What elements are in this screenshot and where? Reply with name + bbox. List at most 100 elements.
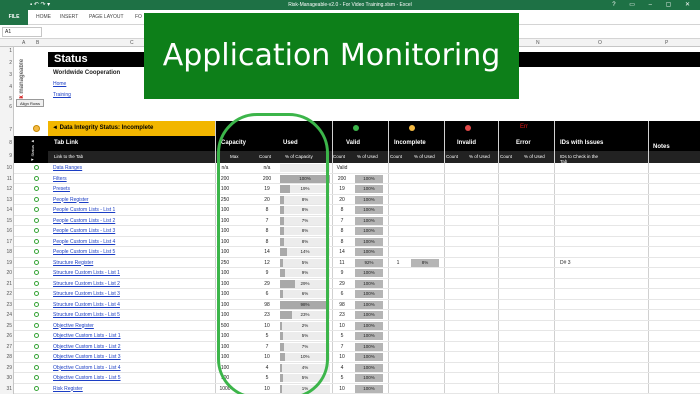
application-monitoring-banner: Application Monitoring: [144, 13, 519, 99]
valid-count: 5: [340, 375, 344, 381]
row-number[interactable]: 26: [0, 333, 12, 339]
row-number[interactable]: 21: [0, 281, 12, 287]
table-row: Presets 100 19 19% 19 100%: [14, 184, 700, 195]
tab-link[interactable]: Structure Register: [53, 260, 93, 266]
column-header[interactable]: N: [536, 40, 540, 46]
row-number[interactable]: 14: [0, 207, 12, 213]
row-number[interactable]: 29: [0, 365, 12, 371]
valid-pct-text: 100%: [363, 364, 375, 370]
row-number[interactable]: 7: [0, 127, 12, 133]
tab-link[interactable]: People Custom Lists - List 1: [53, 207, 115, 213]
tab-link[interactable]: Objective Register: [53, 323, 94, 329]
column-header[interactable]: P: [665, 40, 668, 46]
row-number[interactable]: 24: [0, 312, 12, 318]
status-ok-icon: [34, 259, 39, 265]
data-integrity-status: ◄ Data Integrity Status: Incomplete: [48, 121, 215, 136]
row-number[interactable]: 1: [0, 48, 12, 54]
tab-link[interactable]: Data Ranges: [53, 165, 82, 171]
valid-pct-text: 100%: [363, 249, 375, 254]
row-number[interactable]: 5: [0, 96, 12, 102]
tab-link[interactable]: Objective Custom Lists - List 2: [53, 344, 121, 350]
tab-link[interactable]: Structure Custom Lists - List 1: [53, 270, 120, 276]
incomplete-pct-cell: [411, 248, 439, 256]
tab-link[interactable]: People Custom Lists - List 5: [53, 249, 115, 255]
row-number[interactable]: 15: [0, 218, 12, 224]
tab-link[interactable]: Objective Custom Lists - List 3: [53, 354, 121, 360]
valid-count: 10: [339, 322, 345, 329]
tab-formulas[interactable]: FO: [135, 14, 142, 20]
error-flag: Err: [520, 124, 528, 130]
status-ok-icon: [34, 333, 39, 338]
table-row: People Custom Lists - List 1 100 8 8% 8 100%: [14, 205, 700, 216]
valid-count: 23: [339, 312, 345, 318]
tab-link[interactable]: Structure Custom Lists - List 5: [53, 312, 120, 318]
row-number[interactable]: 17: [0, 239, 12, 245]
row-number[interactable]: 19: [0, 260, 12, 266]
row-number[interactable]: 13: [0, 197, 12, 203]
align-rows-button[interactable]: Align Rows: [16, 99, 44, 107]
name-box[interactable]: A1: [2, 27, 42, 37]
row-number[interactable]: 2: [0, 60, 12, 66]
row-number[interactable]: 6: [0, 104, 12, 110]
tab-link[interactable]: People Custom Lists - List 3: [53, 228, 115, 234]
row-number[interactable]: 28: [0, 354, 12, 360]
row-number[interactable]: 30: [0, 375, 12, 381]
tab-link[interactable]: Structure Custom Lists - List 4: [53, 302, 120, 308]
row-number[interactable]: 18: [0, 249, 12, 255]
incomplete-pct-cell: [411, 185, 439, 193]
window-controls[interactable]: ? ▭ – ▢ ✕: [612, 1, 696, 8]
tab-link[interactable]: Objective Custom Lists - List 5: [53, 375, 121, 381]
row-number[interactable]: 20: [0, 270, 12, 276]
tab-link[interactable]: Structure Custom Lists - List 2: [53, 281, 120, 287]
row-number[interactable]: 4: [0, 84, 12, 90]
row-number[interactable]: 16: [0, 228, 12, 234]
tab-link[interactable]: People Custom Lists - List 4: [53, 239, 115, 245]
tab-link[interactable]: Objective Custom Lists - List 4: [53, 365, 121, 371]
row-number[interactable]: 27: [0, 344, 12, 350]
tab-page-layout[interactable]: PAGE LAYOUT: [89, 14, 124, 20]
valid-count: 8: [340, 228, 344, 234]
valid-pct-text: 100%: [363, 280, 375, 286]
valid-pct-text: 100%: [363, 375, 375, 380]
row-number[interactable]: 25: [0, 323, 12, 329]
status-side-strip: ◄ Status ►: [14, 136, 48, 163]
tab-link[interactable]: Filters: [53, 176, 67, 182]
table-row: Objective Custom Lists - List 1 100 5 5% 5 10…: [14, 331, 700, 342]
training-link[interactable]: Training: [53, 92, 71, 98]
valid-pct-cell: 100%: [355, 290, 383, 298]
tab-link[interactable]: Risk Register: [53, 386, 83, 392]
tab-link[interactable]: Presets: [53, 186, 70, 192]
column-header[interactable]: B: [36, 40, 39, 46]
column-header[interactable]: C: [130, 40, 134, 46]
row-number[interactable]: 31: [0, 386, 12, 392]
home-link[interactable]: Home: [53, 81, 66, 87]
table-row: Objective Custom Lists - List 5 100 5 5% 5 10…: [14, 373, 700, 384]
row-number[interactable]: 11: [0, 176, 12, 182]
incomplete-pct-cell: [411, 227, 439, 235]
status-ok-icon: [34, 165, 39, 170]
row-number[interactable]: 12: [0, 186, 12, 192]
row-number[interactable]: 22: [0, 291, 12, 297]
row-number[interactable]: 9: [0, 153, 12, 159]
tab-link[interactable]: Structure Custom Lists - List 3: [53, 291, 120, 297]
tab-link[interactable]: People Register: [53, 197, 89, 203]
row-number[interactable]: 10: [0, 165, 12, 171]
status-ok-icon: [34, 270, 39, 275]
table-header: Tab Link Capacity Used Valid Incomplete …: [48, 136, 700, 151]
row-number[interactable]: 23: [0, 302, 12, 308]
incomplete-pct-cell: [411, 385, 439, 393]
valid-count: 98: [339, 301, 345, 308]
row-number[interactable]: 3: [0, 72, 12, 78]
row-number[interactable]: 8: [0, 140, 12, 146]
tab-home[interactable]: HOME: [36, 14, 51, 20]
incomplete-dot-icon: [409, 125, 415, 131]
valid-pct-text: 100%: [363, 333, 375, 338]
tab-insert[interactable]: INSERT: [60, 14, 78, 20]
column-header[interactable]: O: [598, 40, 602, 46]
tab-link[interactable]: People Custom Lists - List 2: [53, 218, 115, 224]
capacity-used-highlight: [217, 113, 329, 394]
subheader-count-incomplete: Count: [390, 154, 403, 159]
tab-link[interactable]: Objective Custom Lists - List 1: [53, 333, 121, 339]
column-header[interactable]: A: [22, 40, 25, 46]
file-tab[interactable]: FILE: [0, 10, 28, 25]
